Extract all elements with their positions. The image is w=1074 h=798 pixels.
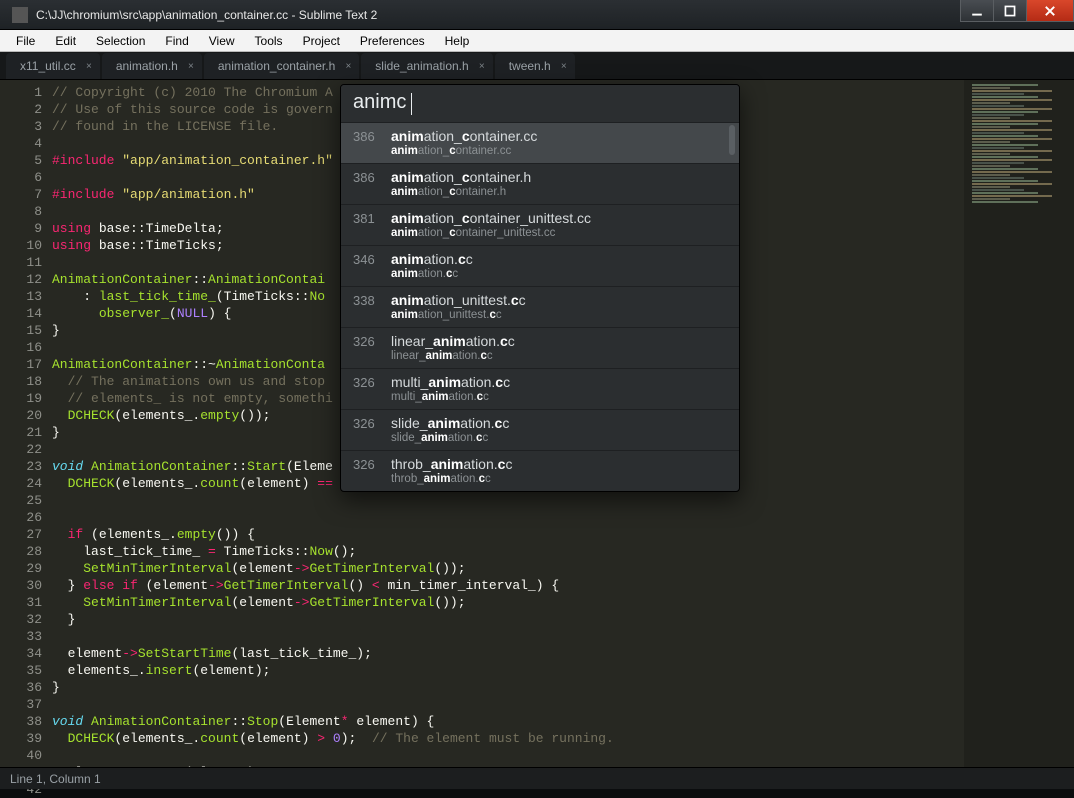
code-line: element->SetStartTime(last_tick_time_);	[52, 645, 964, 662]
goto-result-item[interactable]: 326slide_animation.ccslide_animation.cc	[341, 409, 739, 450]
code-line: last_tick_time_ = TimeTicks::Now();	[52, 543, 964, 560]
code-line: elements_.insert(element);	[52, 662, 964, 679]
goto-result-score: 386	[353, 169, 391, 185]
app-icon	[12, 7, 28, 23]
goto-result-filename: animation_container.h	[391, 169, 727, 185]
code-line: SetMinTimerInterval(element->GetTimerInt…	[52, 594, 964, 611]
tab-close-icon[interactable]: ×	[86, 61, 92, 72]
goto-result-path: linear_animation.cc	[391, 350, 727, 362]
goto-result-score: 338	[353, 292, 391, 308]
goto-result-path: throb_animation.cc	[391, 473, 727, 485]
code-line: void AnimationContainer::Stop(Element* e…	[52, 713, 964, 730]
menu-item-preferences[interactable]: Preferences	[350, 32, 435, 50]
goto-result-score: 326	[353, 333, 391, 349]
menu-item-file[interactable]: File	[6, 32, 45, 50]
tab-animation-container-h[interactable]: animation_container.h ×	[204, 53, 359, 79]
window-title: C:\JJ\chromium\src\app\animation_contain…	[36, 8, 961, 22]
goto-scrollbar-thumb[interactable]	[729, 125, 735, 155]
goto-result-filename: throb_animation.cc	[391, 456, 727, 472]
goto-result-item[interactable]: 326multi_animation.ccmulti_animation.cc	[341, 368, 739, 409]
code-line	[52, 696, 964, 713]
tab-label: x11_util.cc	[20, 59, 76, 73]
minimap[interactable]	[964, 80, 1074, 767]
goto-result-score: 326	[353, 456, 391, 472]
code-line	[52, 509, 964, 526]
status-bar: Line 1, Column 1	[0, 767, 1074, 789]
status-cursor-position: Line 1, Column 1	[10, 772, 101, 786]
code-line: if (elements_.empty()) {	[52, 526, 964, 543]
tab-tween-h[interactable]: tween.h ×	[495, 53, 575, 79]
goto-result-path: animation_container.cc	[391, 145, 727, 157]
menu-item-find[interactable]: Find	[155, 32, 198, 50]
goto-result-path: animation_unittest.cc	[391, 309, 727, 321]
text-caret	[411, 93, 412, 115]
goto-result-path: animation_container_unittest.cc	[391, 227, 727, 239]
goto-result-score: 326	[353, 374, 391, 390]
goto-result-path: slide_animation.cc	[391, 432, 727, 444]
goto-result-item[interactable]: 338animation_unittest.ccanimation_unitte…	[341, 286, 739, 327]
goto-result-filename: animation.cc	[391, 251, 727, 267]
goto-result-filename: multi_animation.cc	[391, 374, 727, 390]
goto-result-item[interactable]: 386animation_container.ccanimation_conta…	[341, 122, 739, 163]
code-line: }	[52, 611, 964, 628]
tab-bar: x11_util.cc×animation.h×animation_contai…	[0, 52, 1074, 80]
goto-result-score: 381	[353, 210, 391, 226]
goto-result-item[interactable]: 346animation.ccanimation.cc	[341, 245, 739, 286]
menu-item-tools[interactable]: Tools	[245, 32, 293, 50]
tab-label: tween.h	[509, 59, 551, 73]
code-line: }	[52, 679, 964, 696]
tab-close-icon[interactable]: ×	[479, 61, 485, 72]
goto-result-path: animation.cc	[391, 268, 727, 280]
code-line: SetMinTimerInterval(element->GetTimerInt…	[52, 560, 964, 577]
goto-anything-panel: 386animation_container.ccanimation_conta…	[340, 84, 740, 492]
code-line	[52, 747, 964, 764]
tab-close-icon[interactable]: ×	[188, 61, 194, 72]
tab-close-icon[interactable]: ×	[561, 61, 567, 72]
minimize-button[interactable]	[960, 0, 994, 22]
maximize-button[interactable]	[993, 0, 1027, 22]
tab-slide-animation-h[interactable]: slide_animation.h ×	[361, 53, 492, 79]
goto-result-path: animation_container.h	[391, 186, 727, 198]
tab-label: slide_animation.h	[375, 59, 468, 73]
window-titlebar: C:\JJ\chromium\src\app\animation_contain…	[0, 0, 1074, 30]
menu-item-help[interactable]: Help	[435, 32, 480, 50]
window-controls	[961, 0, 1074, 29]
tab-animation-h[interactable]: animation.h ×	[102, 53, 202, 79]
tab-label: animation_container.h	[218, 59, 335, 73]
goto-result-score: 346	[353, 251, 391, 267]
goto-result-filename: animation_container.cc	[391, 128, 727, 144]
code-line: DCHECK(elements_.count(element) > 0); //…	[52, 730, 964, 747]
menu-item-view[interactable]: View	[199, 32, 245, 50]
goto-result-path: multi_animation.cc	[391, 391, 727, 403]
menu-bar: FileEditSelectionFindViewToolsProjectPre…	[0, 30, 1074, 52]
goto-result-filename: animation_container_unittest.cc	[391, 210, 727, 226]
code-line	[52, 628, 964, 645]
menu-item-selection[interactable]: Selection	[86, 32, 155, 50]
goto-result-item[interactable]: 326linear_animation.cclinear_animation.c…	[341, 327, 739, 368]
menu-item-edit[interactable]: Edit	[45, 32, 86, 50]
goto-result-score: 326	[353, 415, 391, 431]
goto-result-filename: animation_unittest.cc	[391, 292, 727, 308]
goto-results-list: 386animation_container.ccanimation_conta…	[341, 122, 739, 491]
goto-result-score: 386	[353, 128, 391, 144]
code-line: } else if (element->GetTimerInterval() <…	[52, 577, 964, 594]
menu-item-project[interactable]: Project	[293, 32, 350, 50]
goto-result-filename: slide_animation.cc	[391, 415, 727, 431]
goto-result-item[interactable]: 386animation_container.hanimation_contai…	[341, 163, 739, 204]
goto-result-item[interactable]: 326throb_animation.ccthrob_animation.cc	[341, 450, 739, 491]
goto-input[interactable]	[341, 85, 739, 122]
goto-result-item[interactable]: 381animation_container_unittest.ccanimat…	[341, 204, 739, 245]
tab-close-icon[interactable]: ×	[345, 61, 351, 72]
close-button[interactable]	[1026, 0, 1074, 22]
tab-x11-util-cc[interactable]: x11_util.cc ×	[6, 53, 100, 79]
goto-result-filename: linear_animation.cc	[391, 333, 727, 349]
line-number-gutter: 1234567891011121314151617181920212223242…	[0, 80, 52, 767]
tab-label: animation.h	[116, 59, 178, 73]
code-line	[52, 492, 964, 509]
